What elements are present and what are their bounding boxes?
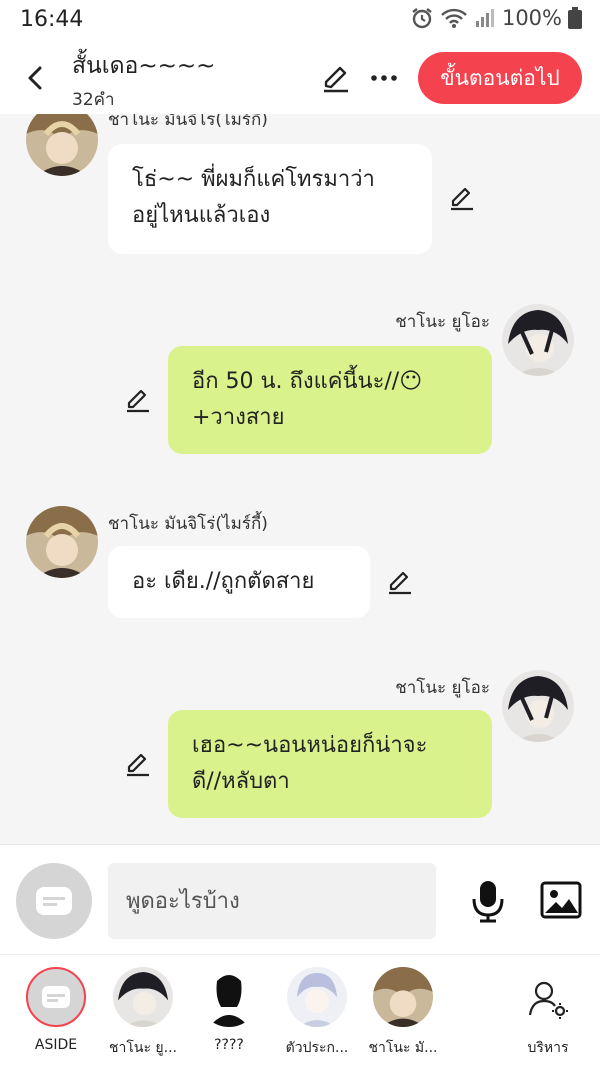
sender-name: ชาโนะ ยูโอะ bbox=[395, 678, 490, 698]
avatar bbox=[373, 967, 433, 1027]
nav-item-character[interactable]: ชาโนะ มั... bbox=[358, 967, 448, 1063]
message-bubble[interactable]: อะ เดีย.//ถูกตัดสาย bbox=[108, 546, 370, 618]
nav-item-aside[interactable]: ASIDE bbox=[11, 967, 101, 1063]
pencil-icon[interactable] bbox=[124, 750, 152, 778]
manage-user-icon bbox=[528, 981, 568, 1019]
message-input[interactable] bbox=[108, 863, 436, 939]
chat-icon bbox=[36, 887, 72, 915]
status-time: 16:44 bbox=[20, 7, 84, 32]
avatar[interactable] bbox=[502, 304, 574, 376]
chat-area[interactable]: ชาโนะ มันจิโร่(ไมร์กี้) โธ่~~ พี่ผมก็แค่… bbox=[0, 114, 600, 844]
nav-item-character[interactable]: ตัวประก... bbox=[272, 967, 362, 1063]
aside-avatar bbox=[26, 967, 86, 1027]
word-count: 32คำ bbox=[72, 90, 115, 110]
pencil-icon[interactable] bbox=[320, 62, 352, 94]
pencil-icon[interactable] bbox=[448, 184, 476, 212]
nav-label: ชาโนะ มั... bbox=[368, 1040, 438, 1056]
nav-label: ???? bbox=[214, 1037, 244, 1053]
image-icon[interactable] bbox=[540, 881, 582, 919]
avatar bbox=[113, 967, 173, 1027]
battery-percent: 100% bbox=[501, 6, 562, 30]
avatar[interactable] bbox=[26, 114, 98, 176]
mic-icon[interactable] bbox=[470, 879, 506, 923]
status-icons: 100% bbox=[410, 6, 582, 30]
avatar bbox=[287, 967, 347, 1027]
message-bubble[interactable]: อีก 50 น. ถึงแค่นี้นะ//😶 +วางสาย bbox=[168, 346, 492, 454]
nav-item-manage[interactable]: บริหาร bbox=[503, 967, 593, 1063]
signal-icon bbox=[475, 9, 494, 27]
top-bar: สั้นเดอ~~~~ 32คำ ขั้นตอนต่อไป bbox=[0, 42, 600, 114]
avatar[interactable] bbox=[502, 670, 574, 742]
back-arrow-icon[interactable] bbox=[22, 62, 50, 94]
status-bar: 16:44 100% bbox=[0, 0, 600, 42]
nav-item-character[interactable]: ชาโนะ ยู... bbox=[98, 967, 188, 1063]
sender-name: ชาโนะ มันจิโร่(ไมร์กี้) bbox=[108, 514, 268, 534]
nav-label: ตัวประก... bbox=[285, 1040, 349, 1056]
avatar bbox=[199, 967, 259, 1027]
nav-item-character[interactable]: ???? bbox=[184, 967, 274, 1063]
bottom-nav: ASIDE ชาโนะ ยู... ???? ตัวประก... ชาโนะ … bbox=[0, 954, 600, 1067]
nav-label: ชาโนะ ยู... bbox=[109, 1040, 177, 1056]
sender-name: ชาโนะ มันจิโร่(ไมร์กี้) bbox=[108, 114, 268, 130]
battery-icon bbox=[568, 7, 582, 29]
alarm-icon bbox=[412, 8, 432, 29]
story-title: สั้นเดอ~~~~ bbox=[72, 53, 216, 79]
pencil-icon[interactable] bbox=[124, 386, 152, 414]
avatar[interactable] bbox=[26, 506, 98, 578]
input-bar bbox=[0, 844, 600, 954]
pencil-icon[interactable] bbox=[386, 568, 414, 596]
next-step-button[interactable]: ขั้นตอนต่อไป bbox=[418, 52, 582, 104]
more-icon[interactable] bbox=[368, 62, 400, 94]
chat-icon bbox=[42, 986, 70, 1008]
aside-toggle-button[interactable] bbox=[16, 863, 92, 939]
nav-label: บริหาร bbox=[527, 1040, 569, 1056]
message-bubble[interactable]: โธ่~~ พี่ผมก็แค่โทรมาว่า อยู่ไหนแล้วเอง bbox=[108, 144, 432, 254]
sender-name: ชาโนะ ยูโอะ bbox=[395, 312, 490, 332]
message-bubble[interactable]: เฮอ~~นอนหน่อยก็น่าจะ ดี//หลับตา bbox=[168, 710, 492, 818]
nav-label: ASIDE bbox=[34, 1037, 78, 1053]
wifi-icon bbox=[441, 8, 467, 28]
